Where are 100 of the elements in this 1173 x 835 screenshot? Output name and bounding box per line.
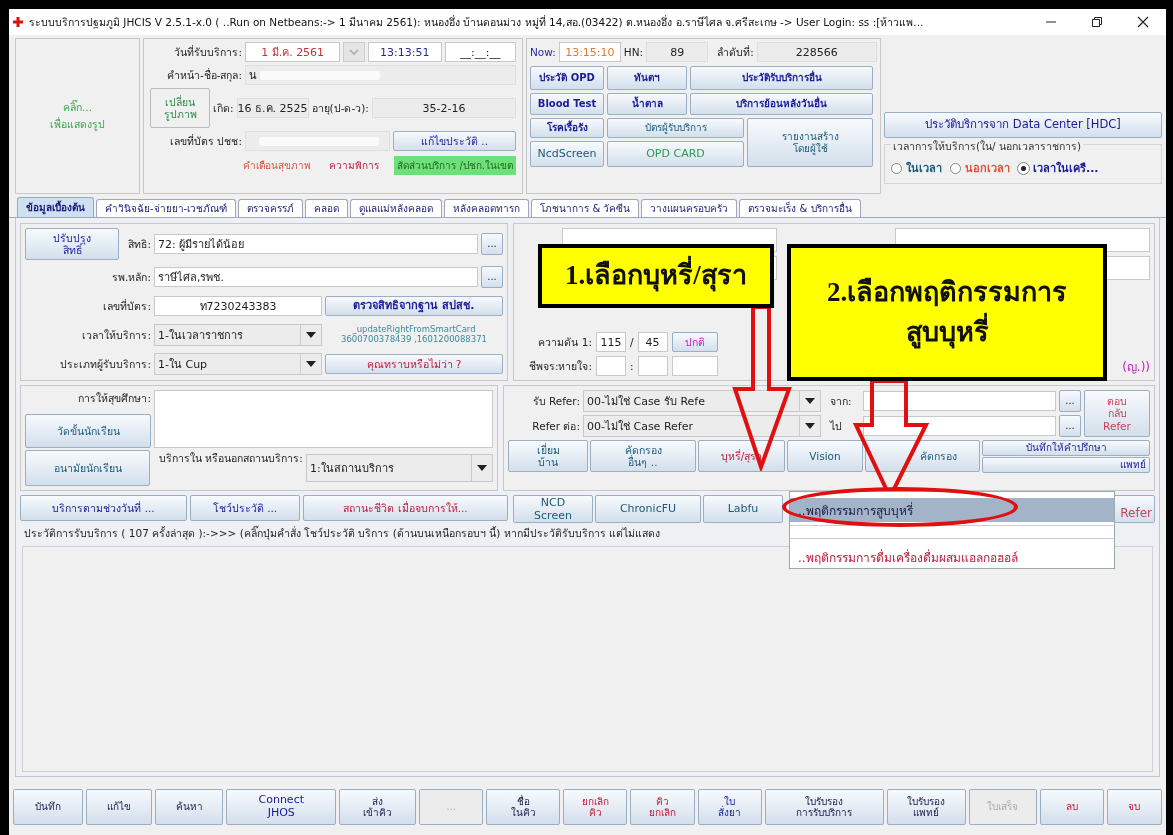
radio-button[interactable]: เวลาในเครื... — [1018, 159, 1099, 177]
action-button[interactable]: บริการตามช่วงวันที่ ... — [20, 495, 187, 521]
education-textarea[interactable] — [154, 390, 493, 448]
browse-button[interactable]: ... — [1059, 390, 1081, 412]
action-button[interactable]: โชว์ประวัติ ... — [190, 495, 300, 521]
toolbar-button[interactable]: ใบรับรอง การรับบริการ — [764, 789, 884, 825]
pulse-field[interactable] — [596, 356, 626, 376]
birth-date-field[interactable]: 16 ธ.ค. 2525 — [236, 98, 309, 118]
service-button[interactable]: คัดกรอง อื่นๆ .. — [590, 440, 696, 472]
diastolic-field[interactable]: 45 — [637, 332, 668, 352]
edit-profile-button[interactable]: แก้ไขประวัติ .. — [393, 131, 516, 151]
tab[interactable]: โภชนาการ & วัคซีน — [531, 199, 640, 217]
toolbar-button[interactable]: Connect JHOS — [226, 789, 337, 825]
screen-button[interactable]: Labfu — [703, 495, 783, 523]
tab[interactable]: ตรวจครรภ์ — [238, 199, 304, 217]
change-photo-button[interactable]: เปลี่ยน รูปภาพ — [150, 88, 210, 128]
menu-item[interactable]: ..พฤติกรรมการสูบบุหรี่ — [790, 498, 1114, 522]
link[interactable]: คำเตือนสุขภาพ — [240, 156, 315, 175]
hospital-field[interactable]: ราษีไศล,รพช. — [154, 267, 478, 287]
rights-field[interactable]: 72: ผู้มีรายได้น้อย — [154, 234, 478, 254]
tab[interactable]: วางแผนครอบครัว — [641, 199, 738, 217]
toolbar-button[interactable]: ชื่อ ในคิว — [486, 789, 561, 825]
service-button[interactable]: เยี่ยม บ้าน — [508, 440, 588, 472]
quick-button[interactable]: น้ำตาล — [607, 93, 687, 115]
dropdown[interactable]: 1-ในเวลาราชการ — [154, 324, 322, 346]
hdc-history-button[interactable]: ประวัติบริการจาก Data Center [HDC] — [884, 112, 1162, 138]
menu-item[interactable]: ..พฤติกรรมการดื่มเครื่องดื่มผสมแอลกอฮอล์ — [790, 545, 1114, 569]
name-field[interactable]: น — [245, 65, 516, 85]
systolic-field[interactable]: 115 — [596, 332, 626, 352]
counsel-button[interactable]: แพทย์ — [982, 457, 1150, 473]
quick-button[interactable]: รายงานสร้าง โดยผู้ใช้ — [747, 118, 873, 167]
restore-icon — [1091, 16, 1103, 28]
id-card-field[interactable] — [245, 131, 390, 151]
service-button[interactable]: คัดกรอง — [865, 440, 980, 472]
link[interactable]: ความพิการ — [326, 156, 383, 175]
close-icon — [1137, 16, 1149, 28]
time-field[interactable]: 13:13:51 — [368, 42, 442, 62]
quick-button[interactable]: NcdScreen — [530, 141, 604, 167]
quick-button[interactable]: ประวัติรับบริการอื่น — [690, 66, 873, 90]
tab[interactable]: หลังคลอดทารก — [444, 199, 530, 217]
breath-field[interactable] — [637, 356, 668, 376]
toolbar-button[interactable]: จบ — [1106, 789, 1163, 825]
browse-button[interactable]: ... — [1059, 415, 1081, 437]
hn-field[interactable]: 89 — [646, 42, 709, 62]
screen-button[interactable]: NCD Screen — [513, 495, 593, 523]
date-field[interactable]: 1 มี.ค. 2561 — [245, 42, 341, 62]
field-label: ไป — [830, 418, 843, 434]
text-field[interactable] — [671, 356, 718, 376]
screen-button[interactable]: ChronicFU — [595, 495, 701, 523]
action-button[interactable]: สถานะชีวิต เมื่อจบการให้... — [303, 495, 508, 521]
toolbar-button[interactable]: ลบ — [1039, 789, 1104, 825]
tab[interactable]: ดูแลแม่หลังคลอด — [350, 199, 443, 217]
quick-button[interactable]: บัตรผู้รับบริการ — [607, 118, 744, 138]
student-measure-button[interactable]: วัดขั้นนักเรียน — [25, 414, 151, 448]
update-rights-button[interactable]: ปรับปรุง สิทธิ์ — [25, 228, 119, 260]
check-rights-button[interactable]: ตรวจสิทธิจากฐาน สปสช. — [325, 296, 503, 316]
quick-button[interactable]: บริการย้อนหลังวันอื่น — [690, 93, 873, 115]
browse-button[interactable]: ... — [481, 266, 503, 288]
from-field[interactable] — [863, 391, 1056, 411]
to-field[interactable] — [863, 416, 1056, 436]
time-field[interactable]: __:__:__ — [444, 42, 516, 62]
caret-icon — [477, 465, 487, 471]
quick-button[interactable]: ทันตฯ — [607, 66, 687, 90]
reply-refer-button[interactable]: ตอบ กลับ Refer — [1084, 390, 1150, 437]
radio-button[interactable]: ในเวลา — [891, 159, 942, 177]
toolbar-button[interactable]: ยกเลิก คิว — [563, 789, 628, 825]
bp-result-button[interactable]: ปกติ — [671, 332, 718, 352]
link[interactable]: สัดส่วนบริการ /ปชก.ในเขต — [394, 156, 516, 175]
toolbar-button[interactable]: ใบ สั่งยา — [697, 789, 762, 825]
age-field[interactable]: 35-2-16 — [371, 98, 516, 118]
browse-button[interactable]: ... — [481, 233, 503, 255]
quick-button[interactable]: ประวัติ OPD — [530, 66, 604, 90]
sequence-field[interactable]: 228566 — [756, 42, 877, 62]
toolbar-button[interactable]: ใบรับรอง แพทย์ — [886, 789, 966, 825]
tab[interactable]: ข้อมูลเบื้องต้น — [17, 197, 94, 217]
field-label: ลำดับที่: — [717, 44, 754, 60]
tab[interactable]: คำวินิจฉัย-จ่ายยา-เวชภัณฑ์ — [96, 199, 237, 217]
toolbar-button[interactable]: แก้ไข — [86, 789, 153, 825]
dropdown[interactable]: 1:ในสถานบริการ — [305, 454, 493, 482]
toolbar-button[interactable]: ส่ง เข้าคิว — [339, 789, 417, 825]
field-label: HN: — [623, 46, 644, 58]
service-button[interactable]: Vision — [787, 440, 863, 472]
school-health-button[interactable]: อนามัยนักเรียน — [25, 450, 150, 486]
dropdown[interactable]: 00-ไม่ใช่ Case Refer — [583, 415, 821, 437]
date-picker-button[interactable] — [343, 42, 366, 62]
dropdown[interactable]: 1-ใน Cup — [154, 353, 322, 375]
toolbar-button[interactable]: บันทึก — [13, 789, 83, 825]
caret-icon — [805, 398, 815, 404]
quick-button[interactable]: Blood Test — [530, 93, 604, 115]
card-number-field[interactable]: ท7230243383 — [154, 296, 322, 316]
tip-button[interactable]: คุณทราบหรือไม่ว่า ? — [325, 354, 503, 374]
toolbar-button[interactable]: ค้นหา — [155, 789, 224, 825]
tab[interactable]: คลอด — [305, 199, 349, 217]
counsel-button[interactable]: บันทึกให้คำปรึกษา — [982, 440, 1150, 456]
field-label: ความดัน 1: — [537, 334, 592, 350]
toolbar-button[interactable]: คิว ยกเลิก — [630, 789, 695, 825]
quick-button[interactable]: โรคเรื้อรัง — [530, 118, 604, 138]
dropdown[interactable]: 00-ไม่ใช่ Case รับ Refe — [583, 390, 821, 412]
history-note: ประวัติการรับบริการ ( 107 ครั้งล่าสุด ):->>> (คลิ๊กปุ่มคำสั่ง โชว์ประวัติ บริการ (ด้านบนเหนือกรอบฯ นี้) หากมีประวัติรับบริการ แต่ไม่แสดง — [24, 525, 660, 542]
tab[interactable]: ตรวจมะเร็ง & บริการอื่น — [739, 199, 861, 217]
